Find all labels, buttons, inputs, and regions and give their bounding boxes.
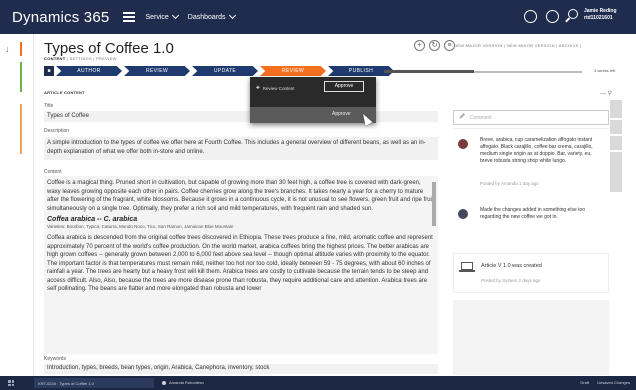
content-label: Content bbox=[44, 169, 62, 175]
rail-marker bbox=[20, 42, 22, 56]
panel-controls[interactable]: — ⚲ bbox=[600, 90, 612, 97]
avatar bbox=[458, 139, 468, 149]
refresh-icon[interactable]: ↻ bbox=[429, 40, 440, 51]
stage-popup: ✚ Review Content Approve Approve bbox=[250, 77, 376, 123]
keywords-label: Keywords bbox=[44, 356, 66, 362]
clock-icon[interactable] bbox=[524, 10, 537, 23]
panel-tab[interactable] bbox=[610, 136, 622, 150]
nav-service-label: Service bbox=[145, 13, 169, 21]
stage-author[interactable]: AUTHOR bbox=[56, 66, 122, 76]
activity-text: Article V 1.0 was created bbox=[481, 263, 542, 269]
stage-review-active[interactable]: REVIEW bbox=[260, 66, 326, 76]
panel-tabs bbox=[610, 100, 622, 194]
status-unsaved: Unsaved Changes bbox=[597, 380, 630, 385]
panel-tab[interactable] bbox=[610, 152, 622, 192]
approve-button[interactable]: Approve bbox=[324, 81, 364, 92]
stage-start-icon[interactable]: ■ bbox=[44, 66, 54, 76]
popup-step-label: Review Content bbox=[262, 85, 295, 91]
page-title: Types of Coffee 1.0 bbox=[44, 40, 174, 57]
avatar bbox=[458, 209, 468, 219]
nav-service[interactable]: Service bbox=[145, 11, 179, 21]
panel-tab[interactable] bbox=[610, 100, 622, 118]
subnav-content[interactable]: CONTENT bbox=[44, 56, 65, 61]
comment-meta: Posted by Amanda 1 day ago bbox=[480, 181, 539, 186]
content-scrollbar[interactable] bbox=[432, 182, 436, 226]
comments-list: Breve, arabica, cup caramelization affog… bbox=[453, 128, 609, 248]
content-varieties: Varieties: Bourbon, Typica, Caturra, Mun… bbox=[47, 224, 234, 229]
days-left: 3 weeks left bbox=[594, 68, 616, 73]
activity-card: Article V 1.0 was created Posted by Syst… bbox=[453, 253, 609, 293]
pencil-icon bbox=[459, 113, 465, 119]
comment-placeholder: Comment bbox=[470, 115, 492, 121]
panel-tab[interactable] bbox=[610, 120, 622, 134]
add-icon[interactable]: + bbox=[414, 40, 425, 51]
panel-empty-area bbox=[453, 300, 609, 375]
description-label: Description bbox=[44, 128, 70, 134]
status-draft: Draft bbox=[580, 380, 590, 385]
content-paragraph: Coffea arabica is descended from the ori… bbox=[47, 235, 433, 292]
workflow-stages: ■ AUTHOR REVIEW UPDATE REVIEW PUBLISH bbox=[44, 66, 394, 76]
record-subnav: CONTENT | SETTINGS | PREVIEW bbox=[44, 56, 117, 61]
menu-icon[interactable] bbox=[123, 12, 136, 22]
rail-marker bbox=[20, 62, 22, 92]
pin-icon[interactable]: ↓ bbox=[5, 44, 10, 54]
search-icon[interactable] bbox=[568, 9, 578, 19]
keywords-field[interactable]: Introduction, types, breeds, bean types,… bbox=[44, 364, 438, 374]
left-rail: ↓ bbox=[0, 34, 34, 376]
nav-dashboards-label: Dashboards bbox=[187, 13, 226, 21]
section-heading: ARTICLE CONTENT bbox=[44, 90, 85, 95]
subnav-preview[interactable]: PREVIEW bbox=[96, 56, 117, 61]
stage-update[interactable]: UPDATE bbox=[192, 66, 258, 76]
description-field[interactable]: A simple introduction to the types of co… bbox=[44, 137, 438, 160]
content-paragraph: Coffee is a magical thing. Pruned short … bbox=[47, 180, 434, 212]
top-nav-bar: Dynamics 365 Service Dashboards Jamie Re… bbox=[0, 0, 636, 34]
popup-step: ✚ Review Content bbox=[256, 85, 295, 91]
timeline-fill bbox=[384, 70, 474, 73]
content-editor[interactable]: Coffee is a magical thing. Pruned short … bbox=[44, 176, 438, 354]
taskbar-user[interactable]: Amanda Robodieux bbox=[162, 380, 204, 385]
add-icon[interactable] bbox=[546, 10, 559, 23]
chevron-down-icon bbox=[228, 11, 236, 20]
subnav-settings[interactable]: SETTINGS bbox=[70, 56, 92, 61]
user-org: rtd11021601 bbox=[584, 15, 613, 21]
comment-text: Made the changes added in something else… bbox=[480, 207, 586, 220]
chevron-down-icon bbox=[171, 11, 179, 20]
nav-dashboards[interactable]: Dashboards bbox=[187, 11, 236, 21]
user-icon bbox=[162, 380, 166, 385]
taskbar: KRT-0234 : Types of Coffee 1.0 Amanda Ro… bbox=[0, 376, 636, 390]
comment-input[interactable]: Comment bbox=[453, 110, 609, 125]
approve-action[interactable]: Approve bbox=[332, 111, 351, 117]
popup-action-row: Approve bbox=[250, 107, 376, 123]
stage-review[interactable]: REVIEW bbox=[124, 66, 190, 76]
apps-grid-icon[interactable] bbox=[8, 380, 14, 386]
user-name: Jamie Reding bbox=[584, 8, 617, 14]
rail-marker bbox=[20, 104, 22, 154]
taskbar-tab[interactable]: KRT-0234 : Types of Coffee 1.0 bbox=[34, 378, 154, 388]
version-links[interactable]: NEW MAJOR VERSION | NEW MINOR VERSION | … bbox=[454, 43, 581, 48]
title-field[interactable]: Types of Coffee bbox=[44, 111, 438, 122]
laptop-icon bbox=[459, 262, 475, 272]
taskbar-user-name: Amanda Robodieux bbox=[169, 380, 205, 385]
content-heading: Coffea arabica -- C. arabica bbox=[47, 216, 138, 223]
app-brand[interactable]: Dynamics 365 bbox=[12, 9, 109, 26]
activity-meta: Posted by System 2 days ago bbox=[481, 278, 541, 283]
comment-text: Breve, arabica, cup caramelization affog… bbox=[480, 137, 593, 164]
title-label: Title bbox=[44, 103, 54, 109]
user-info[interactable]: Jamie Reding rtd11021601 bbox=[584, 8, 628, 22]
